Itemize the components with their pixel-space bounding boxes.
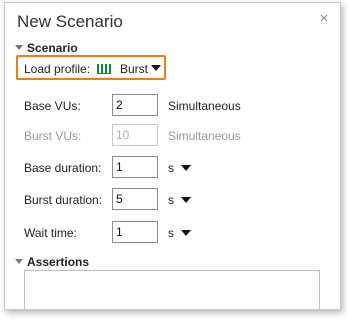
burst-duration-unit-dropdown-icon[interactable] [181,197,191,203]
wait-time-unit: s [168,226,174,240]
base-duration-unit-dropdown-icon[interactable] [181,165,191,171]
assertions-section-header[interactable]: Assertions [15,255,89,269]
base-duration-label: Base duration: [24,161,102,175]
collapse-triangle-icon [15,259,23,264]
burst-duration-label: Burst duration: [24,193,103,207]
burst-duration-unit: s [168,193,174,207]
base-vus-input[interactable] [112,94,158,116]
wait-time-unit-dropdown-icon[interactable] [181,230,191,236]
burst-vus-input [112,124,158,146]
base-vus-label: Base VUs: [24,99,81,113]
wait-time-input[interactable] [112,221,158,243]
dialog-title: New Scenario [17,12,123,31]
burst-duration-input[interactable] [112,188,158,210]
new-scenario-dialog: New Scenario × Scenario Load profile: Bu… [4,2,341,310]
load-profile-label: Load profile: [24,62,91,76]
burst-duration-row: Burst duration: s [5,188,340,212]
burst-chart-icon [97,64,111,74]
base-duration-row: Base duration: s [5,156,340,180]
burst-vus-row: Burst VUs: Simultaneous [5,124,340,148]
burst-vus-unit: Simultaneous [168,129,241,143]
scenario-section-header[interactable]: Scenario [15,41,78,55]
base-duration-unit: s [168,161,174,175]
wait-time-label: Wait time: [24,226,77,240]
base-vus-row: Base VUs: Simultaneous [5,94,340,118]
base-vus-unit: Simultaneous [168,99,241,113]
collapse-triangle-icon [15,45,23,50]
assertions-section-title: Assertions [27,255,90,269]
close-icon[interactable]: × [316,11,332,27]
chevron-down-icon[interactable] [151,65,161,71]
burst-vus-label: Burst VUs: [24,129,82,143]
load-profile-selector[interactable]: Load profile: Burst [16,55,166,80]
load-profile-value: Burst [120,62,149,76]
scenario-section-title: Scenario [27,41,78,55]
assertions-list[interactable] [24,270,320,309]
wait-time-row: Wait time: s [5,221,340,245]
base-duration-input[interactable] [112,156,158,178]
